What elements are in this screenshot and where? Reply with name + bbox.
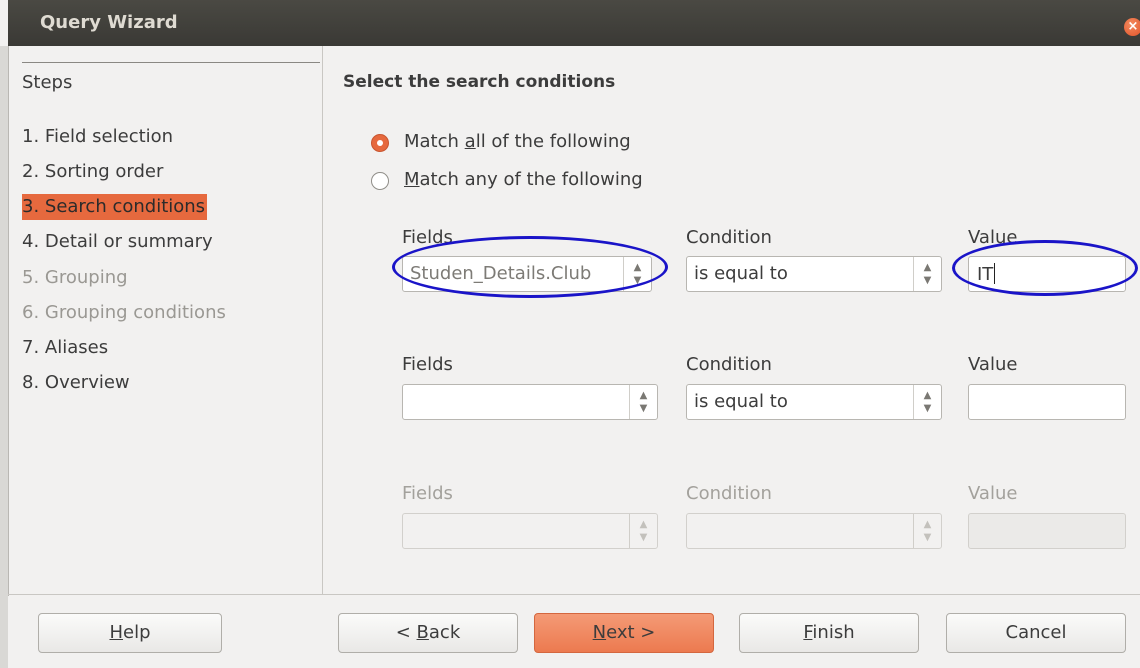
value-input-2[interactable] — [968, 384, 1126, 420]
field-select-2[interactable]: ▲ ▼ — [402, 384, 658, 420]
divider — [22, 62, 320, 63]
close-icon[interactable]: × — [1124, 18, 1140, 36]
divider — [322, 46, 323, 594]
condition-label: Condition — [686, 227, 772, 248]
match-any-label[interactable]: Match any of the following — [404, 169, 643, 190]
steps-title: Steps — [22, 72, 73, 93]
condition-select-2-value: is equal to — [694, 391, 788, 412]
window-title: Query Wizard — [40, 12, 178, 33]
fields-label: Fields — [402, 483, 453, 504]
spin-arrows-icon[interactable]: ▲ ▼ — [913, 385, 941, 419]
field-select-3: ▲ ▼ — [402, 513, 658, 549]
value-label: Value — [968, 354, 1018, 375]
step-grouping-conditions: 6. Grouping conditions — [22, 302, 226, 323]
help-button[interactable]: Help — [38, 613, 222, 653]
step-overview[interactable]: 8. Overview — [22, 370, 130, 396]
spin-arrows-icon: ▲ ▼ — [913, 514, 941, 548]
step-field-selection[interactable]: 1. Field selection — [22, 124, 173, 150]
condition-select-1[interactable]: is equal to ▲ ▼ — [686, 256, 942, 292]
condition-label: Condition — [686, 483, 772, 504]
fields-label: Fields — [402, 354, 453, 375]
spin-arrows-icon[interactable]: ▲ ▼ — [913, 257, 941, 291]
value-input-3 — [968, 513, 1126, 549]
divider — [8, 46, 9, 596]
spin-arrows-icon: ▲ ▼ — [629, 514, 657, 548]
page-heading: Select the search conditions — [343, 72, 616, 92]
step-grouping: 5. Grouping — [22, 267, 128, 288]
match-all-label[interactable]: Match all of the following — [404, 131, 631, 152]
next-button[interactable]: Next > — [534, 613, 714, 653]
query-wizard-dialog: Query Wizard × Steps 1. Field selection … — [0, 0, 1140, 668]
step-search-conditions[interactable]: 3. Search conditions — [22, 194, 208, 220]
annotation-ellipse — [392, 236, 668, 298]
step-sorting-order[interactable]: 2. Sorting order — [22, 159, 163, 185]
condition-select-3: ▲ ▼ — [686, 513, 942, 549]
value-label: Value — [968, 483, 1018, 504]
cancel-button[interactable]: Cancel — [946, 613, 1126, 653]
step-aliases[interactable]: 7. Aliases — [22, 335, 108, 361]
divider — [8, 594, 1140, 595]
match-all-radio[interactable] — [371, 134, 389, 152]
annotation-ellipse — [952, 240, 1138, 296]
condition-select-1-value: is equal to — [694, 263, 788, 284]
back-button[interactable]: < Back — [338, 613, 518, 653]
step-detail-or-summary[interactable]: 4. Detail or summary — [22, 229, 213, 255]
finish-button[interactable]: Finish — [739, 613, 919, 653]
title-bar[interactable]: Query Wizard × — [8, 0, 1140, 46]
window-edge — [0, 46, 8, 668]
match-any-radio[interactable] — [371, 172, 389, 190]
condition-label: Condition — [686, 354, 772, 375]
condition-select-2[interactable]: is equal to ▲ ▼ — [686, 384, 942, 420]
spin-arrows-icon[interactable]: ▲ ▼ — [629, 385, 657, 419]
